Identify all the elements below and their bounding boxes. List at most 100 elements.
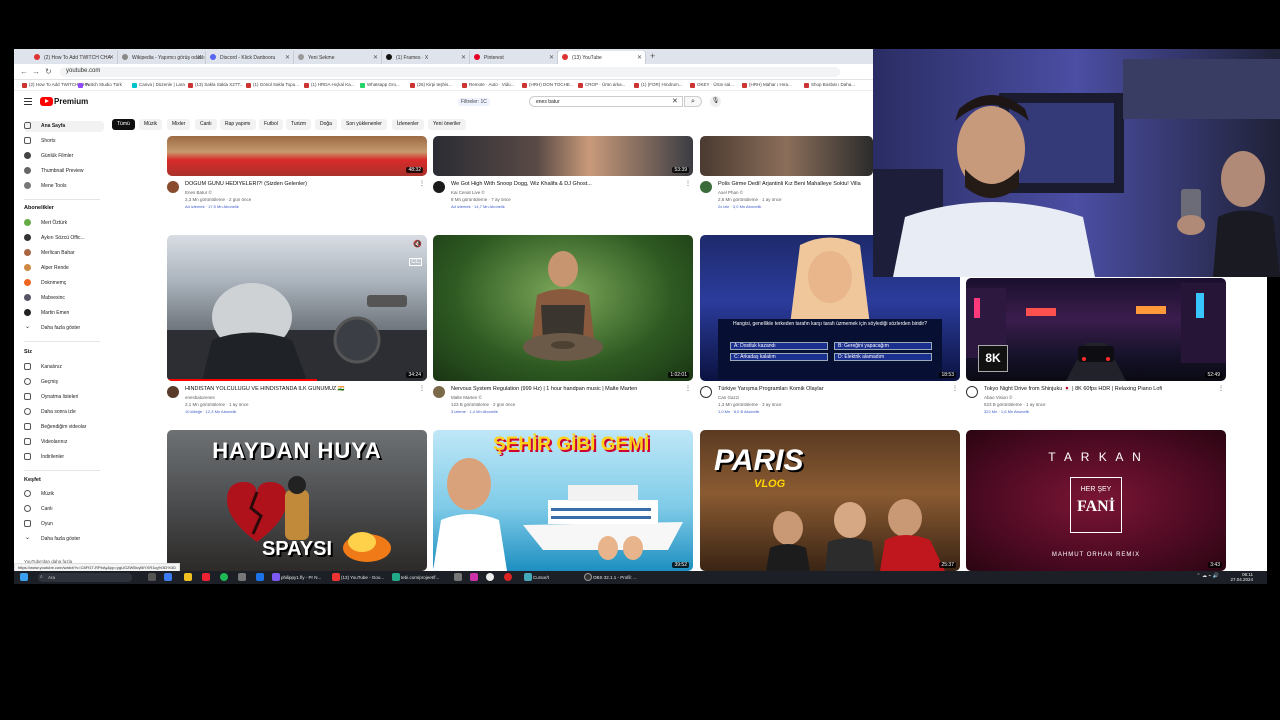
close-icon[interactable]: ✕ [373,54,378,61]
spotify-icon[interactable] [220,573,228,581]
captions-icon[interactable]: CC [409,258,422,266]
taskbar-app[interactable]: OBS 32.1.1 - Profil: ... [584,573,637,582]
taskbar-app[interactable]: Cursor/t [524,573,549,582]
instagram-icon[interactable] [470,573,478,581]
new-tab-button[interactable]: + [650,51,655,61]
search-icon[interactable]: ⌕ [684,96,702,107]
chip[interactable]: Rap yapımı [220,119,256,130]
bookmark-item[interactable]: (HRH) DON TOCHE... [522,82,574,88]
tab-youtube[interactable]: (13) YouTube ✕ [558,51,646,64]
channel-avatar[interactable] [167,386,179,398]
bookmark-item[interactable]: (1) Gönül Sakla Topu... [246,82,299,88]
sidebar-item-your-videos[interactable]: Videolarınız [24,437,104,448]
youtube-premium-brand[interactable]: Premium [54,97,88,106]
sidebar-item-channel[interactable]: Kanalınız [24,362,104,373]
bookmark-item[interactable]: CROP · Ürün arka... [578,82,625,88]
app-icon[interactable] [256,573,264,581]
taskbar-app[interactable]: philippy1.fly - Pr N... [272,573,321,582]
video-thumbnail[interactable]: 1:02:01 [433,235,693,381]
channel-avatar[interactable] [167,181,179,193]
chip[interactable]: Yeni öneriler [428,119,466,130]
folder-icon[interactable] [184,573,192,581]
sidebar-item-gaming[interactable]: Oyun [24,519,104,530]
sidebar-sub[interactable]: Doknmemç [24,278,104,289]
channel-name[interactable]: Malte Marten © [451,395,482,400]
video-thumbnail[interactable]: HAYDAN HUYA SPAYSI [167,430,427,571]
you-header[interactable]: Siz [24,349,32,355]
chip[interactable]: Canlı [195,119,217,130]
sidebar-item-shorts[interactable]: Shorts [24,136,104,147]
sidebar-item-home[interactable]: Ana Sayfa [24,121,104,132]
channel-name[interactable]: Abao Vision © [984,395,1013,400]
chip[interactable]: Mixler [167,119,191,130]
microphone-icon[interactable]: 🎙 [710,96,721,107]
bookmark-item[interactable]: (13) Sakla Sakla X2TT... [188,82,244,88]
video-thumbnail[interactable] [700,136,873,176]
chip[interactable]: Müzik [139,119,163,130]
close-icon[interactable]: ✕ [109,54,114,61]
more-vert-icon[interactable]: ⋮ [685,385,691,392]
channel-name[interactable]: Kai Cenat Live © [451,190,485,195]
sidebar-item-music[interactable]: Müzik [24,489,104,500]
chip[interactable]: Futbol [259,119,283,130]
video-thumbnail[interactable]: 53:39 [433,136,693,176]
taskbar-search[interactable]: ⌕ Ara [38,573,132,582]
back-icon[interactable]: ← [20,67,28,76]
video-title[interactable]: We Got High With Snoop Dogg, Wiz Khalifa… [451,181,687,187]
search-input[interactable]: enes batur [529,96,683,107]
clear-search-icon[interactable]: ✕ [672,97,678,105]
reload-icon[interactable]: ↻ [45,67,52,76]
video-thumbnail[interactable]: 48:32 [167,136,427,176]
more-vert-icon[interactable]: ⋮ [952,385,958,392]
sidebar-show-more[interactable]: ⌄ Daha fazla göster [24,323,104,334]
channel-name[interactable]: Enes Batur © [185,190,212,195]
sidebar-item-history[interactable]: Geçmiş [24,377,104,388]
sidebar-item-liked[interactable]: Beğendiğim videolar [24,422,104,433]
sidebar-item-thumbnail-preview[interactable]: Thumbnail Preview [24,166,104,177]
close-icon[interactable]: ✕ [637,54,642,61]
chip[interactable]: İzlenenler [392,119,424,130]
video-title[interactable]: Polis Girme Dedi! Arjantinli Kız Beni Ma… [718,181,870,187]
sidebar-sub[interactable]: Alper Rende [24,263,104,274]
bookmark-item[interactable]: (HRH) Mahar ı Hıra... [742,82,792,88]
taskbar-app[interactable]: tebi.com/projeet/f... [392,573,439,582]
sidebar-item-watch-later[interactable]: Daha sonra izle [24,407,104,418]
bookmark-item[interactable]: Shop Bosbat ı Daha... [804,82,855,88]
video-thumbnail[interactable]: T A R K A N HER ŞEY FANİ MAHMUT ORHAN RE… [966,430,1226,571]
bookmark-item[interactable]: OKEY · Ürün sal... [690,82,734,88]
bookmark-item[interactable]: Twitch Studio Türk [78,82,122,88]
video-thumbnail[interactable]: PARIS VLOG 25:37 [700,430,960,571]
bookmark-item[interactable]: (1) (FOR) Hındrum... [634,82,683,88]
channel-name[interactable]: Axel Phan © [718,190,743,195]
youtube-logo-icon[interactable] [40,97,53,106]
sidebar-item-playlists[interactable]: Oynatma listeleri [24,392,104,403]
url-field[interactable]: youtube.com [60,67,840,77]
sidebar-sub[interactable]: Mert Öztürk [24,218,104,229]
channel-name[interactable]: Can Gazzi [718,395,739,400]
sidebar-item-tools[interactable]: Mene Tools [24,181,104,192]
edge-icon[interactable] [164,573,172,581]
video-title[interactable]: HİNDİSTAN YOLCULUĞU VE HİNDİSTANDA İLK G… [185,386,421,392]
sidebar-sub[interactable]: Martin Emen [24,308,104,319]
channel-avatar[interactable] [433,181,445,193]
app-icon[interactable] [486,573,494,581]
close-icon[interactable]: ✕ [549,54,554,61]
app-icon[interactable] [238,573,246,581]
filter-chip[interactable]: Filtreler: 1C [458,98,490,106]
video-title[interactable]: Nervous System Regulation (999 Hz) | 1 h… [451,386,687,392]
bookmark-item[interactable]: Canva | Düzenle | Lara [132,82,185,88]
opera-icon[interactable] [504,573,512,581]
channel-avatar[interactable] [700,386,712,398]
sidebar-explore-more[interactable]: ⌄ Daha fazla göster [24,534,104,545]
sidebar-sub[interactable]: Mabvesinc [24,293,104,304]
bookmark-item[interactable]: (25) Kirpi teşhis... [410,82,452,88]
tab-new[interactable]: Yeni Sekme ✕ [294,51,382,64]
sidebar-sub[interactable]: Aykırı Sözcü Offic... [24,233,104,244]
app-icon[interactable] [454,573,462,581]
close-icon[interactable]: ✕ [197,54,202,61]
chip-all[interactable]: Tümü [112,119,135,130]
bookmark-item[interactable]: Remote · Auto · Vidu... [462,82,514,88]
close-icon[interactable]: ✕ [461,54,466,61]
chip[interactable]: Turizm [286,119,312,130]
tab-twitch-chat[interactable]: (2) How To Add TWITCH CHA ✕ [30,51,118,64]
